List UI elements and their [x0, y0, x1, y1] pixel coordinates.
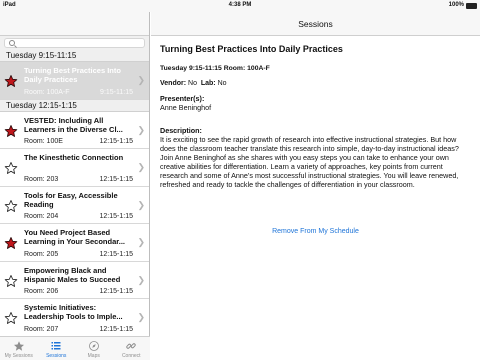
session-row-time: 9:15-11:15 — [100, 88, 133, 96]
chevron-right-icon: ❯ — [137, 199, 145, 210]
session-row-room: Room: 207 — [24, 325, 59, 333]
tab-sessions[interactable]: Sessions — [38, 337, 76, 360]
search-bar — [0, 36, 149, 50]
session-time-room: Tuesday 9:15-11:15 Room: 100A-F — [160, 65, 270, 72]
session-row-title: Turning Best Practices Into Daily Practi… — [24, 66, 121, 84]
star-icon[interactable] — [4, 236, 18, 250]
session-row-room: Room: 100A-F — [24, 88, 70, 96]
star-icon[interactable] — [4, 199, 18, 213]
session-row-room: Room: 204 — [24, 213, 59, 220]
session-row[interactable]: Systemic Initiatives: Leadership Tools t… — [0, 299, 149, 337]
star-icon[interactable] — [4, 274, 18, 288]
star-icon[interactable] — [4, 124, 18, 138]
search-input[interactable] — [4, 38, 145, 48]
chevron-right-icon: ❯ — [137, 75, 145, 85]
compass-icon — [88, 340, 100, 352]
chevron-right-icon: ❯ — [137, 124, 145, 135]
clock: 4:38 PM — [228, 2, 252, 8]
session-row-title: Systemic Initiatives: Leadership Tools t… — [24, 303, 123, 321]
search-icon — [9, 40, 15, 46]
session-row-time: 12:15-1:15 — [99, 325, 133, 333]
star-icon[interactable] — [4, 74, 18, 88]
vendor-label: Vendor: — [160, 80, 187, 87]
session-row-time: 12:15-1:15 — [99, 175, 133, 183]
tab-my-sessions[interactable]: My Sessions — [0, 337, 38, 360]
session-row-time: 12:15-1:15 — [99, 138, 133, 145]
session-row[interactable]: Turning Best Practices Into Daily Practi… — [0, 62, 149, 100]
session-detail: Turning Best Practices Into Daily Practi… — [151, 36, 480, 243]
session-list: Tuesday 9:15-11:15 Turning Best Practices… — [0, 50, 149, 337]
lab-label: Lab: — [200, 80, 216, 87]
description-label: Description: — [160, 126, 202, 135]
session-row[interactable]: VESTED: Including All Learners in the Di… — [0, 111, 149, 149]
session-title: Turning Best Practices Into Daily Practi… — [160, 44, 343, 54]
chevron-right-icon: ❯ — [137, 274, 145, 285]
status-bar: iPad 4:38 PM 100% — [0, 0, 480, 12]
section-header: Tuesday 12:15-1:15 — [0, 99, 149, 112]
nav-title: Sessions — [298, 19, 333, 29]
presenter-name: Anne Beninghof — [160, 103, 212, 112]
remove-from-schedule-button[interactable]: Remove From My Schedule — [160, 227, 471, 236]
tab-maps[interactable]: Maps — [75, 337, 113, 360]
session-row-time: 12:15-1:15 — [99, 213, 133, 220]
description-text: It is exciting to see the rapid growth o… — [160, 135, 459, 189]
session-row-room: Room: 100E — [24, 138, 63, 145]
vendor-value: No — [188, 80, 197, 87]
session-row[interactable]: You Need Project Based Learning in Your … — [0, 224, 149, 262]
session-row-title: VESTED: Including All Learners in the Di… — [24, 115, 123, 134]
battery-icon — [466, 3, 477, 9]
session-row-room: Room: 206 — [24, 288, 59, 295]
chevron-right-icon: ❯ — [137, 312, 145, 322]
session-row-time: 12:15-1:15 — [99, 288, 133, 295]
session-row[interactable]: Tools for Easy, Accessible Reading Room: … — [0, 186, 149, 224]
battery-percent: 100% — [448, 2, 464, 8]
vendor-lab-line: Vendor: No Lab: No — [160, 79, 471, 88]
list-icon — [50, 340, 62, 352]
session-row-room: Room: 203 — [24, 175, 59, 183]
tab-label: My Sessions — [4, 353, 33, 359]
left-nav-bar — [0, 12, 149, 36]
star-icon[interactable] — [4, 161, 18, 175]
tab-label: Maps — [87, 353, 100, 359]
lab-value: No — [217, 80, 227, 87]
session-row-title: Empowering Black and Hispanic Males to S… — [24, 265, 121, 284]
session-row[interactable]: The Kinesthetic Connection Room: 203 12:15… — [0, 149, 149, 187]
tab-label: Connect — [121, 353, 141, 359]
presenter-block: Presenter(s): Anne Beninghof — [160, 94, 471, 112]
star-icon — [13, 340, 25, 352]
session-row[interactable]: Empowering Black and Hispanic Males to S… — [0, 261, 149, 299]
section-header: Tuesday 9:15-11:15 — [0, 50, 149, 62]
chevron-right-icon: ❯ — [137, 237, 145, 247]
session-row-title: Tools for Easy, Accessible Reading — [24, 190, 118, 209]
link-icon — [125, 340, 137, 352]
session-row-room: Room: 205 — [24, 250, 59, 258]
presenter-label: Presenter(s): — [160, 94, 205, 103]
detail-nav-bar: Sessions — [151, 12, 480, 36]
chevron-right-icon: ❯ — [137, 162, 145, 172]
sessions-list-panel: Tuesday 9:15-11:15 Turning Best Practices… — [0, 12, 150, 360]
tab-bar: My Sessions Sessions Maps Connect — [0, 336, 150, 360]
session-detail-panel: Sessions Turning Best Practices Into Dai… — [151, 12, 480, 360]
session-row-time: 12:15-1:15 — [99, 250, 133, 258]
session-row-title: You Need Project Based Learning in Your … — [24, 228, 125, 246]
session-row-title: The Kinesthetic Connection — [24, 153, 124, 162]
tab-label: Sessions — [46, 353, 67, 359]
tab-connect[interactable]: Connect — [113, 337, 151, 360]
star-icon[interactable] — [4, 311, 18, 325]
description-block: Description: It is exciting to see the r… — [160, 126, 471, 189]
